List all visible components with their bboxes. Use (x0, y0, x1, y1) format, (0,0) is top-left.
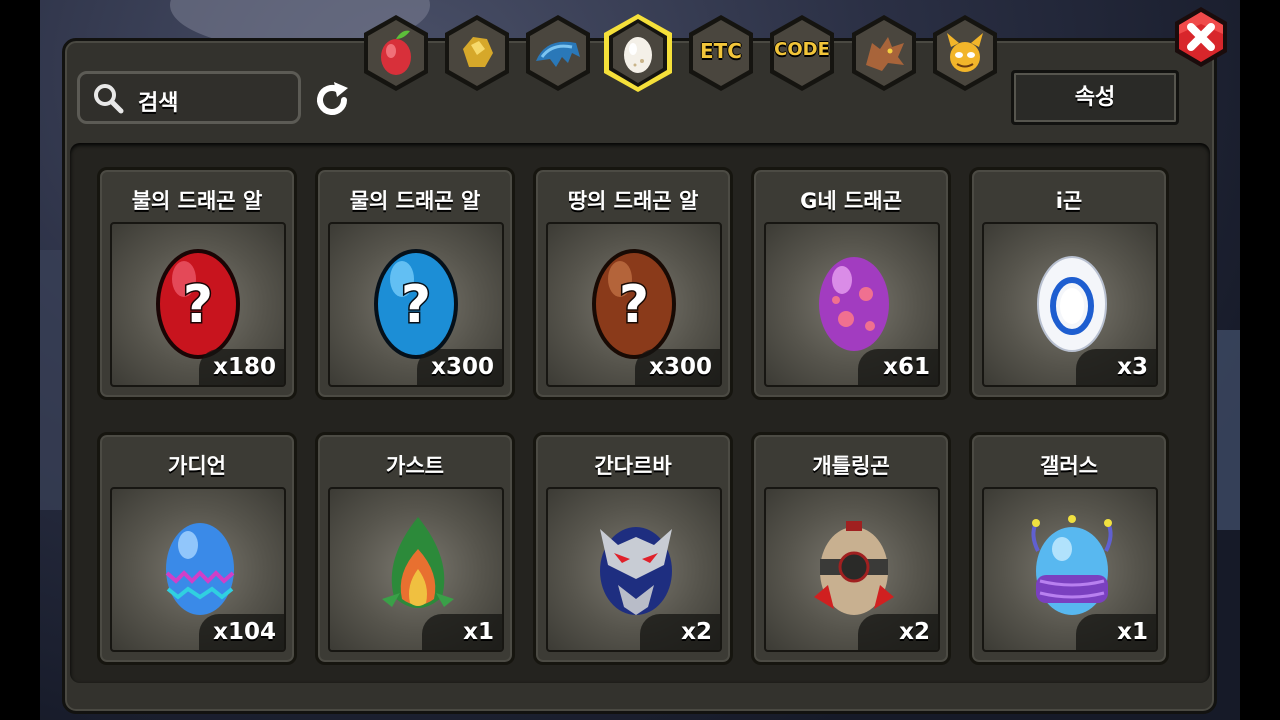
tab-etc[interactable]: ETC (685, 13, 757, 93)
egg-icon (604, 14, 672, 92)
egg-name: 물의 드래곤 알 (349, 189, 481, 213)
tab-ore[interactable] (441, 13, 513, 93)
tab-dragon[interactable] (848, 13, 920, 93)
egg-quantity: x300 (635, 349, 720, 385)
egg-quantity: x2 (640, 614, 720, 650)
egg-name: i곤 (1055, 189, 1083, 213)
egg-card[interactable]: 불의 드래곤 알 ? x180 (97, 167, 297, 400)
tab-fruit[interactable] (360, 13, 432, 93)
tab-code[interactable]: CODE (766, 13, 838, 93)
egg-quantity: x2 (858, 614, 938, 650)
egg-card[interactable]: 갤러스 x1 (969, 432, 1169, 665)
egg-name: 가스트 (386, 454, 444, 478)
svg-text:?: ? (619, 275, 649, 335)
egg-name: 땅의 드래곤 알 (567, 189, 699, 213)
egg-card[interactable]: G네 드래곤 x61 (751, 167, 951, 400)
svg-text:?: ? (183, 275, 213, 335)
tab-code-label: CODE (774, 39, 830, 60)
egg-card[interactable]: 가스트 x1 (315, 432, 515, 665)
egg-quantity: x1 (422, 614, 502, 650)
egg-card[interactable]: i곤 x3 (969, 167, 1169, 400)
search-icon (94, 84, 124, 114)
egg-card[interactable]: 간다르바 x2 (533, 432, 733, 665)
egg-card[interactable]: 땅의 드래곤 알 ? x300 (533, 167, 733, 400)
fruit-icon (364, 15, 428, 91)
search-box[interactable]: 검색 (77, 71, 301, 124)
tab-egg[interactable] (602, 13, 674, 93)
demon-face-icon (933, 15, 997, 91)
attribute-button[interactable]: 속성 (1011, 70, 1179, 125)
egg-card[interactable]: 가디언 x104 (97, 432, 297, 665)
egg-name: 가디언 (168, 454, 226, 478)
tab-demon[interactable] (929, 13, 1001, 93)
dragon-head-icon (852, 15, 916, 91)
egg-card[interactable]: 물의 드래곤 알 ? x300 (315, 167, 515, 400)
egg-quantity: x1 (1076, 614, 1156, 650)
egg-quantity: x61 (858, 349, 938, 385)
egg-quantity: x300 (417, 349, 502, 385)
tab-wing[interactable] (522, 13, 594, 93)
gold-ore-icon (445, 15, 509, 91)
egg-name: G네 드래곤 (800, 189, 902, 213)
egg-quantity: x104 (199, 614, 284, 650)
egg-name: 갤러스 (1040, 454, 1098, 478)
svg-text:?: ? (401, 275, 431, 335)
egg-name: 불의 드래곤 알 (131, 189, 263, 213)
egg-name: 개틀링곤 (812, 454, 890, 478)
egg-quantity: x180 (199, 349, 284, 385)
egg-card[interactable]: 개틀링곤 x2 (751, 432, 951, 665)
search-placeholder: 검색 (138, 91, 179, 116)
egg-quantity: x3 (1076, 349, 1156, 385)
egg-name: 간다르바 (594, 454, 672, 478)
refresh-icon[interactable] (310, 78, 354, 122)
close-button[interactable] (1170, 4, 1232, 70)
tab-etc-label: ETC (700, 39, 742, 63)
dragon-wing-icon (526, 15, 590, 91)
